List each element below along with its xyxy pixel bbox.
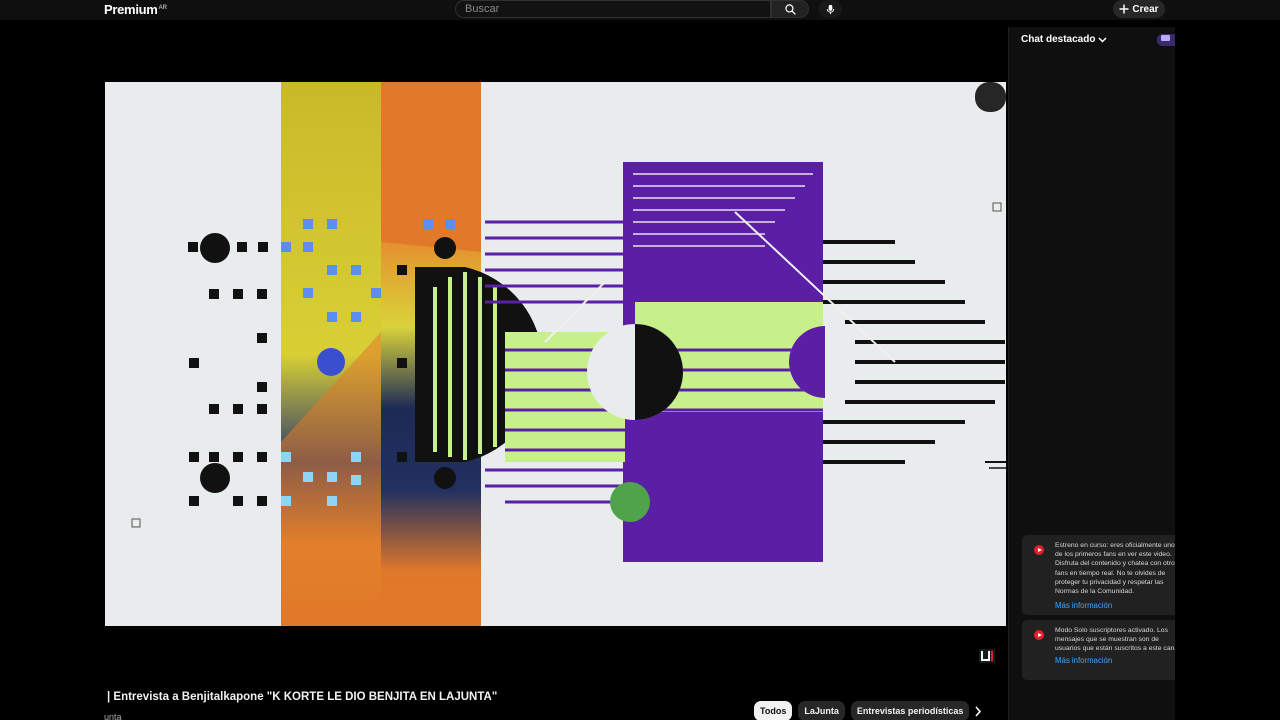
notice-text: Modo Solo suscriptores activado. Los men… <box>1055 627 1175 653</box>
related-chips: Todos LaJunta Entrevistas periodísticas <box>754 701 970 720</box>
chat-system-notice: Modo Solo suscriptores activado. Los men… <box>1022 620 1175 680</box>
create-button[interactable]: Crear <box>1113 0 1165 18</box>
notice-text: Estreno en curso: eres oficialmente uno … <box>1055 542 1175 596</box>
chip-entrevistas-period-sticas[interactable]: Entrevistas periodísticas <box>850 701 970 720</box>
live-chat-panel: Chat destacado @lxkz777van atrasaoooo@ma… <box>1008 27 1175 720</box>
youtube-icon <box>1034 630 1044 640</box>
video-frame-artwork <box>105 82 1006 626</box>
chevron-down-icon <box>1098 36 1107 43</box>
more-info-link[interactable]: Más información <box>1055 601 1112 610</box>
chat-options-button[interactable] <box>1157 34 1175 46</box>
search-input[interactable] <box>465 3 755 15</box>
search-box <box>455 0 771 18</box>
create-label: Crear <box>1132 3 1159 15</box>
logo-region: AR <box>158 4 167 11</box>
video-player[interactable] <box>105 82 1006 626</box>
video-title: | Entrevista a Benjitalkapone "K KORTE L… <box>107 691 498 703</box>
channel-name[interactable]: unta <box>104 712 122 720</box>
chip-todos[interactable]: Todos <box>754 701 793 720</box>
microphone-icon <box>826 4 834 14</box>
chevron-right-icon <box>975 705 982 717</box>
chat-mode-label: Chat destacado <box>1021 34 1096 45</box>
plus-icon <box>1119 4 1129 14</box>
more-info-link[interactable]: Más información <box>1055 656 1112 665</box>
youtube-icon <box>1034 545 1044 555</box>
youtube-premium-logo[interactable]: PremiumAR <box>104 2 167 17</box>
membership-icon <box>1161 35 1170 41</box>
chips-next-button[interactable] <box>970 703 986 719</box>
chat-mode-selector[interactable]: Chat destacado <box>1021 34 1107 45</box>
channel-watermark-icon[interactable] <box>979 649 995 663</box>
voice-search-button[interactable] <box>818 0 842 18</box>
chip-lajunta[interactable]: LaJunta <box>798 701 845 720</box>
search-button[interactable] <box>771 0 809 18</box>
search-icon <box>784 3 796 15</box>
top-bar: PremiumAR Crear <box>0 0 1280 20</box>
chat-system-notice: Estreno en curso: eres oficialmente uno … <box>1022 535 1175 615</box>
